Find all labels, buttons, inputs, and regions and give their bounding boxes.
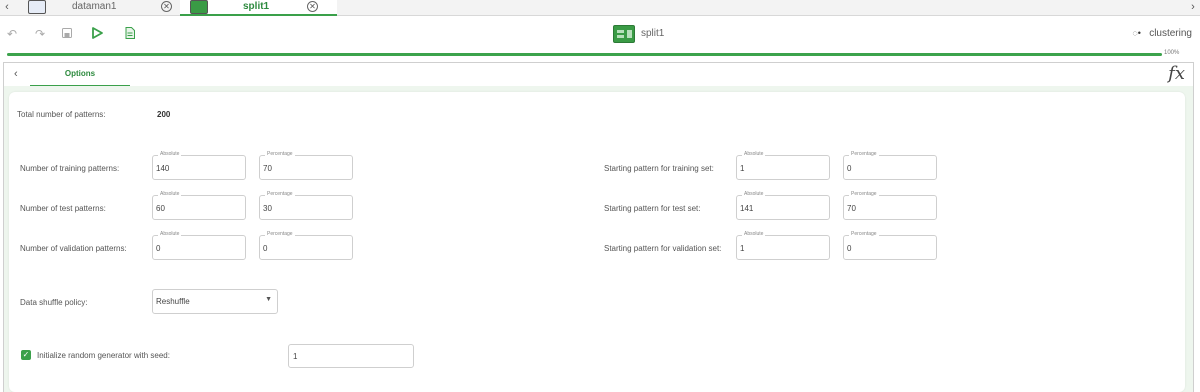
- fx-icon[interactable]: fx: [1168, 63, 1185, 84]
- seed-checkbox[interactable]: ✓: [21, 350, 31, 360]
- test-percentage-input[interactable]: Percentage 30: [259, 191, 353, 220]
- seed-value: 1: [293, 352, 298, 361]
- training-percentage-input[interactable]: Percentage 70: [259, 151, 353, 180]
- total-patterns-value: 200: [157, 110, 171, 119]
- training-start-absolute-input[interactable]: Absolute 1: [736, 151, 830, 180]
- dataset-icon: [28, 0, 46, 14]
- scroll-left-icon[interactable]: ‹: [0, 0, 14, 16]
- panel-header: ‹ Options fx: [3, 62, 1194, 87]
- field-caption: Absolute: [742, 151, 766, 158]
- shuffle-policy-select[interactable]: Reshuffle ▼: [152, 289, 278, 314]
- field-value: 70: [847, 204, 856, 213]
- split-icon: [190, 0, 208, 14]
- field-caption: Percentage: [265, 191, 295, 198]
- toolbar: ↶ ↷ split1 ◌• clustering: [0, 18, 1200, 50]
- field-value: 0: [847, 164, 852, 173]
- shuffle-policy-label: Data shuffle policy:: [20, 298, 88, 307]
- redo-icon[interactable]: ↷: [33, 27, 47, 41]
- seed-input[interactable]: 1: [288, 344, 414, 368]
- test-start-absolute-input[interactable]: Absolute 141: [736, 191, 830, 220]
- progress-bar: [7, 53, 1162, 56]
- back-icon[interactable]: ‹: [14, 68, 18, 80]
- field-value: 1: [740, 244, 745, 253]
- validation-start-absolute-input[interactable]: Absolute 1: [736, 231, 830, 260]
- caret-down-icon: ▼: [265, 296, 272, 303]
- validation-start-label: Starting pattern for validation set:: [604, 244, 722, 253]
- clustering-text: clustering: [1149, 28, 1192, 39]
- field-value: 60: [156, 204, 165, 213]
- progress-label: 100%: [1164, 50, 1180, 56]
- test-start-percentage-input[interactable]: Percentage 70: [843, 191, 937, 220]
- field-caption: Absolute: [158, 231, 182, 238]
- network-icon: ◌•: [1132, 28, 1141, 38]
- field-value: 70: [263, 164, 272, 173]
- shuffle-policy-value: Reshuffle: [156, 297, 190, 306]
- training-start-percentage-input[interactable]: Percentage 0: [843, 151, 937, 180]
- tab-label: split1: [243, 1, 270, 12]
- close-icon[interactable]: ✕: [307, 1, 318, 12]
- document-icon[interactable]: [123, 27, 137, 41]
- field-caption: Absolute: [742, 231, 766, 238]
- validation-patterns-label: Number of validation patterns:: [20, 244, 127, 253]
- field-caption: Percentage: [265, 151, 295, 158]
- field-value: 140: [156, 164, 170, 173]
- tab-options[interactable]: Options: [30, 63, 130, 87]
- tab-dataman1[interactable]: dataman1 ✕: [14, 0, 174, 16]
- field-value: 1: [740, 164, 745, 173]
- test-start-label: Starting pattern for test set:: [604, 204, 701, 213]
- field-caption: Percentage: [849, 191, 879, 198]
- tab-split1[interactable]: split1 ✕: [180, 0, 337, 16]
- tab-bar: ‹ dataman1 ✕ split1 ✕ ›: [0, 0, 1200, 16]
- field-caption: Percentage: [265, 231, 295, 238]
- clustering-label[interactable]: ◌• clustering: [1132, 28, 1192, 39]
- tab-label: dataman1: [72, 1, 117, 12]
- field-value: 0: [847, 244, 852, 253]
- field-value: 141: [740, 204, 754, 213]
- validation-start-percentage-input[interactable]: Percentage 0: [843, 231, 937, 260]
- training-start-label: Starting pattern for training set:: [604, 164, 714, 173]
- node-title-label: split1: [641, 28, 665, 39]
- training-absolute-input[interactable]: Absolute 140: [152, 151, 246, 180]
- field-value: 0: [263, 244, 268, 253]
- field-caption: Absolute: [742, 191, 766, 198]
- save-icon[interactable]: [60, 27, 74, 41]
- seed-label: Initialize random generator with seed:: [37, 351, 170, 360]
- field-value: 30: [263, 204, 272, 213]
- validation-percentage-input[interactable]: Percentage 0: [259, 231, 353, 260]
- scroll-right-icon[interactable]: ›: [1186, 0, 1200, 16]
- validation-absolute-input[interactable]: Absolute 0: [152, 231, 246, 260]
- field-caption: Percentage: [849, 151, 879, 158]
- test-absolute-input[interactable]: Absolute 60: [152, 191, 246, 220]
- field-caption: Absolute: [158, 191, 182, 198]
- field-caption: Absolute: [158, 151, 182, 158]
- progress-fill: [7, 53, 1162, 56]
- undo-icon[interactable]: ↶: [5, 27, 19, 41]
- field-value: 0: [156, 244, 161, 253]
- run-icon[interactable]: [90, 27, 104, 41]
- close-icon[interactable]: ✕: [161, 1, 172, 12]
- tab-options-label: Options: [64, 69, 96, 78]
- split-node-icon: [613, 25, 635, 43]
- test-patterns-label: Number of test patterns:: [20, 204, 106, 213]
- total-patterns-label: Total number of patterns:: [17, 110, 106, 119]
- field-caption: Percentage: [849, 231, 879, 238]
- training-patterns-label: Number of training patterns:: [20, 164, 120, 173]
